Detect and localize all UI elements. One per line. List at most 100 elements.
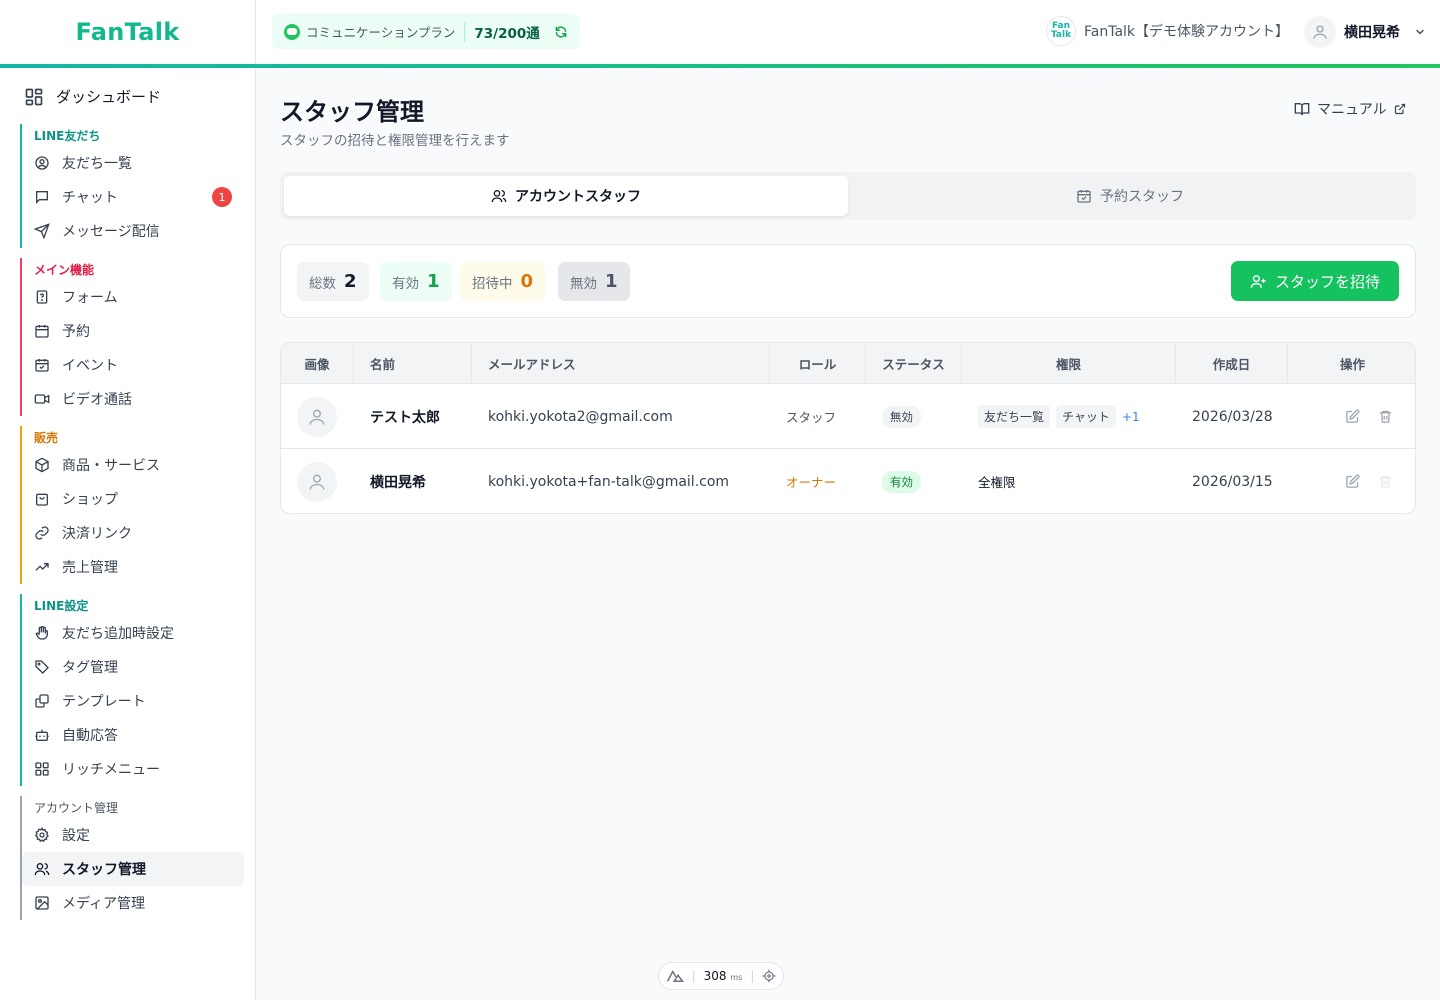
sidebar-item-label: 友だち一覧: [62, 156, 132, 172]
copy-icon: [34, 693, 50, 709]
bot-icon: [34, 727, 50, 743]
chevron-down-icon[interactable]: [1414, 26, 1426, 38]
hand-icon: [34, 625, 50, 641]
form-icon: [34, 289, 50, 305]
app-logo[interactable]: FanTalk: [75, 18, 179, 46]
sidebar-item-rich-menu[interactable]: リッチメニュー: [22, 752, 244, 786]
sidebar-item-media[interactable]: メディア管理: [22, 886, 244, 920]
sidebar-item-shop[interactable]: ショップ: [22, 482, 244, 516]
trash-icon[interactable]: [1378, 409, 1393, 424]
sidebar-item-broadcast[interactable]: メッセージ配信: [22, 214, 244, 248]
sidebar-group-title: アカウント管理: [34, 800, 119, 815]
edit-icon[interactable]: [1345, 474, 1360, 489]
sidebar-item-payment-link[interactable]: 決済リンク: [22, 516, 244, 550]
avatar: [297, 449, 337, 513]
sidebar-item-friends[interactable]: 友だち一覧: [22, 146, 244, 180]
tab-label: アカウントスタッフ: [515, 189, 641, 205]
sidebar-group-main: メイン機能 フォーム 予約 イベント ビデオ通話: [20, 258, 244, 416]
crosshair-icon[interactable]: [762, 969, 776, 983]
sidebar-item-dashboard[interactable]: ダッシュボード: [24, 86, 161, 107]
sidebar-item-label: リッチメニュー: [62, 762, 160, 778]
sidebar-item-label: ショップ: [62, 492, 118, 508]
grid-icon: [34, 761, 50, 777]
gear-icon: [34, 827, 50, 843]
account-switcher[interactable]: Fan Talk FanTalk【デモ体験アカウント】: [1046, 16, 1289, 46]
sidebar-item-templates[interactable]: テンプレート: [22, 684, 244, 718]
main-content: スタッフ管理 スタッフの招待と権限管理を行えます マニュアル アカウントスタッフ…: [256, 68, 1440, 1000]
sidebar-item-chat[interactable]: チャット 1: [22, 180, 244, 214]
permission-more[interactable]: +1: [1122, 410, 1140, 424]
staff-email: kohki.yokota2@gmail.com: [488, 408, 673, 425]
staff-role: オーナー: [786, 475, 837, 490]
sidebar-item-settings[interactable]: 設定: [22, 818, 244, 852]
stat-value: 1: [605, 271, 618, 292]
actions-cell: [1345, 384, 1393, 449]
plan-usage-badge: コミュニケーションプラン 73/200通: [272, 14, 580, 49]
page-title: スタッフ管理: [280, 98, 424, 126]
stat-label: 有効: [392, 275, 419, 292]
sidebar-group-title: LINE設定: [34, 598, 89, 613]
sidebar-item-video-call[interactable]: ビデオ通話: [22, 382, 244, 416]
sidebar-item-products[interactable]: 商品・サービス: [22, 448, 244, 482]
user-name: 横田晃希: [1344, 25, 1400, 41]
sidebar-item-auto-reply[interactable]: 自動応答: [22, 718, 244, 752]
page-subtitle: スタッフの招待と権限管理を行えます: [280, 133, 510, 149]
calendar-check-icon: [1076, 188, 1092, 204]
staff-tabs: アカウントスタッフ 予約スタッフ: [280, 172, 1416, 220]
status-cell: 有効: [882, 449, 921, 513]
edit-icon[interactable]: [1345, 409, 1360, 424]
status-badge: 有効: [882, 470, 921, 493]
user-avatar: [1304, 16, 1336, 48]
created-date: 2026/03/15: [1192, 473, 1273, 490]
logo-area[interactable]: FanTalk: [0, 0, 256, 64]
table-row: テスト太郎 kohki.yokota2@gmail.com スタッフ 無効 友だ…: [281, 384, 1415, 449]
permissions-all: 全権限: [978, 475, 1016, 490]
column-header: 作成日: [1176, 343, 1288, 384]
sidebar: ダッシュボード LINE友だち 友だち一覧 チャット 1 メッセージ配信 メイン…: [0, 68, 256, 1000]
link-icon: [34, 525, 50, 541]
sidebar-item-sales[interactable]: 売上管理: [22, 550, 244, 584]
plan-count: 73/200通: [474, 25, 540, 42]
sidebar-item-label: 自動応答: [62, 728, 118, 744]
table-row: 横田晃希 kohki.yokota+fan-talk@gmail.com オーナ…: [281, 449, 1415, 513]
calendar-check-icon: [34, 357, 50, 373]
user-menu[interactable]: 横田晃希: [1304, 16, 1426, 48]
sidebar-item-label: イベント: [62, 358, 118, 374]
sidebar-item-event[interactable]: イベント: [22, 348, 244, 382]
unread-badge: 1: [212, 187, 232, 207]
sidebar-item-label: メッセージ配信: [62, 224, 160, 240]
created-date: 2026/03/28: [1192, 408, 1273, 425]
sidebar-item-tags[interactable]: タグ管理: [22, 650, 244, 684]
sidebar-item-friend-add-settings[interactable]: 友だち追加時設定: [22, 616, 244, 650]
permissions-cell: 友だち一覧 チャット +1: [978, 384, 1140, 449]
staff-name: 横田晃希: [370, 474, 426, 491]
calendar-icon: [34, 323, 50, 339]
video-icon: [34, 391, 50, 407]
invite-staff-button[interactable]: スタッフを招待: [1231, 261, 1399, 301]
sidebar-group-title: LINE友だち: [34, 128, 101, 143]
shopping-bag-icon: [34, 491, 50, 507]
sidebar-item-reservation[interactable]: 予約: [22, 314, 244, 348]
render-time: 308 ms: [703, 969, 743, 983]
external-link-icon: [1394, 103, 1406, 115]
sidebar-item-label: 商品・サービス: [62, 458, 160, 474]
user-circle-icon: [34, 155, 50, 171]
column-header: 画像: [281, 343, 354, 384]
sidebar-item-label: タグ管理: [62, 660, 118, 676]
chat-icon: [34, 189, 50, 205]
tab-account-staff[interactable]: アカウントスタッフ: [284, 176, 848, 216]
sidebar-item-staff[interactable]: スタッフ管理: [22, 852, 244, 886]
nuxt-icon[interactable]: [666, 969, 684, 983]
sidebar-item-label: 予約: [62, 324, 90, 340]
sidebar-item-label: 友だち追加時設定: [62, 626, 174, 642]
stat-invited: 招待中 0: [460, 262, 546, 301]
manual-label: マニュアル: [1317, 102, 1387, 118]
manual-link[interactable]: マニュアル: [1294, 99, 1406, 119]
sidebar-item-form[interactable]: フォーム: [22, 280, 244, 314]
dashboard-icon: [24, 87, 44, 107]
tag-icon: [34, 659, 50, 675]
tab-reservation-staff[interactable]: 予約スタッフ: [848, 176, 1412, 216]
refresh-icon[interactable]: [554, 25, 568, 39]
status-badge: 無効: [882, 405, 921, 428]
sidebar-group-account: アカウント管理 設定 スタッフ管理 メディア管理: [20, 796, 244, 920]
